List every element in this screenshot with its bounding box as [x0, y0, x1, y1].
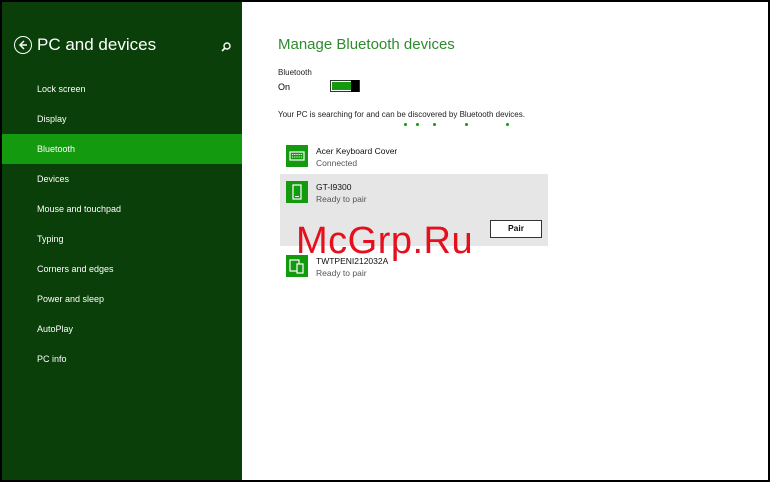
- device-status: Ready to pair: [316, 268, 367, 278]
- bluetooth-state: On: [278, 82, 291, 92]
- device-status: Ready to pair: [316, 194, 367, 204]
- progress-dot: [416, 123, 419, 126]
- settings-window: PC and devices Lock screen Display Bluet…: [0, 0, 770, 482]
- sidebar-item-display[interactable]: Display: [2, 104, 242, 134]
- sidebar-item-typing[interactable]: Typing: [2, 224, 242, 254]
- sidebar-item-bluetooth[interactable]: Bluetooth: [2, 134, 242, 164]
- sidebar-item-mouse-and-touchpad[interactable]: Mouse and touchpad: [2, 194, 242, 224]
- back-arrow-icon[interactable]: [14, 36, 32, 54]
- search-icon[interactable]: [220, 40, 232, 52]
- sidebar-nav: Lock screen Display Bluetooth Devices Mo…: [2, 74, 242, 374]
- device-name: Acer Keyboard Cover: [316, 146, 398, 156]
- toggle-thumb[interactable]: [351, 80, 359, 92]
- device-item-keyboard[interactable]: Acer Keyboard Cover Connected: [280, 140, 548, 172]
- device-status: Connected: [316, 158, 358, 168]
- progress-dot: [404, 123, 407, 126]
- sidebar-item-lock-screen[interactable]: Lock screen: [2, 74, 242, 104]
- progress-dot: [433, 123, 436, 126]
- progress-dot: [506, 123, 509, 126]
- phone-icon: [286, 181, 308, 203]
- sidebar-item-corners-and-edges[interactable]: Corners and edges: [2, 254, 242, 284]
- watermark-text: McGrp.Ru: [296, 220, 474, 262]
- progress-dot: [465, 123, 468, 126]
- device-name: GT-I9300: [316, 182, 352, 192]
- sidebar-item-autoplay[interactable]: AutoPlay: [2, 314, 242, 344]
- sidebar-item-power-and-sleep[interactable]: Power and sleep: [2, 284, 242, 314]
- sidebar-item-devices[interactable]: Devices: [2, 164, 242, 194]
- sidebar-title: PC and devices: [37, 35, 157, 54]
- keyboard-icon: [286, 145, 308, 167]
- sidebar-item-pc-info[interactable]: PC info: [2, 344, 242, 374]
- toggle-fill: [332, 82, 352, 90]
- page-title: Manage Bluetooth devices: [278, 36, 455, 53]
- sidebar: PC and devices Lock screen Display Bluet…: [2, 2, 242, 480]
- pair-button[interactable]: Pair: [490, 220, 542, 238]
- bluetooth-label: Bluetooth: [278, 68, 312, 77]
- search-message: Your PC is searching for and can be disc…: [278, 110, 525, 119]
- bluetooth-toggle[interactable]: [330, 80, 360, 92]
